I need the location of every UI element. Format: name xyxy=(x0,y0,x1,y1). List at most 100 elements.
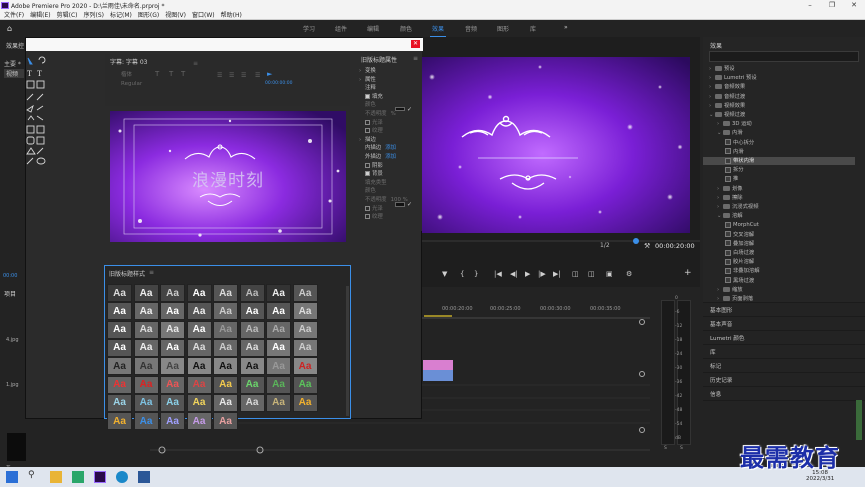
effect-item[interactable]: 非叠加溶解 xyxy=(703,267,855,275)
thumbnail-flower[interactable] xyxy=(7,433,26,461)
effect-item[interactable]: 推 xyxy=(703,175,855,183)
go-to-out-icon[interactable]: ▶| xyxy=(553,270,561,278)
edge-icon[interactable] xyxy=(116,471,128,483)
meter-solo-right[interactable]: S xyxy=(680,446,683,451)
property-row[interactable]: 纹理 xyxy=(355,127,383,135)
title-style-swatch[interactable]: Aa xyxy=(160,412,185,431)
marker-icon[interactable]: ▼ xyxy=(442,270,447,278)
title-style-swatch[interactable]: Aa xyxy=(160,357,185,376)
title-style-swatch[interactable]: Aa xyxy=(213,338,238,357)
title-style-swatch[interactable]: Aa xyxy=(133,320,159,339)
title-style-swatch[interactable]: Aa xyxy=(213,302,238,321)
project-tab[interactable]: 项目 xyxy=(4,289,16,298)
title-style-swatch[interactable]: Aa xyxy=(239,320,265,339)
effect-item[interactable]: 带状内滑 xyxy=(703,157,855,165)
title-style-swatch[interactable]: Aa xyxy=(292,357,318,376)
title-style-swatch[interactable]: Aa xyxy=(186,302,212,321)
title-style-swatch[interactable]: Aa xyxy=(107,302,132,321)
title-style-swatch[interactable]: Aa xyxy=(133,302,159,321)
property-row[interactable]: 不透明度% xyxy=(355,110,396,118)
bold-icon[interactable]: T xyxy=(169,70,173,78)
font-style-select[interactable]: Regular xyxy=(121,81,142,87)
title-style-swatch[interactable]: Aa xyxy=(292,375,318,394)
property-row[interactable]: 背景 xyxy=(355,170,383,178)
effect-folder[interactable]: › 缩放 xyxy=(703,286,855,294)
caption-tab[interactable]: 字幕: 字幕 03 xyxy=(110,57,147,66)
minimize-icon[interactable]: – xyxy=(799,1,821,9)
title-style-swatch[interactable]: Aa xyxy=(160,284,185,302)
align-center-icon[interactable]: ☰ xyxy=(229,72,234,79)
property-row[interactable]: › 描边 xyxy=(355,136,376,144)
property-row[interactable]: 光泽 xyxy=(355,119,383,127)
effect-folder[interactable]: › Lumetri 预设 xyxy=(703,74,855,82)
panel-essential-graphics[interactable]: 基本图形 xyxy=(710,306,732,314)
menu-clip[interactable]: 剪辑(C) xyxy=(57,10,78,19)
title-style-swatch[interactable]: Aa xyxy=(239,357,265,376)
workspace-tab-graphics[interactable]: 图形 xyxy=(497,24,509,33)
effect-item[interactable]: MorphCut xyxy=(703,221,855,229)
meter-solo-left[interactable]: S xyxy=(664,446,667,451)
step-forward-icon[interactable]: |▶ xyxy=(538,270,546,278)
eyedropper-icon[interactable]: ✓ xyxy=(407,106,412,113)
title-style-swatch[interactable]: Aa xyxy=(266,357,291,376)
effect-folder[interactable]: › 音频过渡 xyxy=(703,93,855,101)
panel-markers[interactable]: 标记 xyxy=(710,362,721,370)
resolution-select[interactable]: 1/2 xyxy=(600,242,610,249)
wechat-icon[interactable] xyxy=(72,471,84,483)
restore-icon[interactable]: ❐ xyxy=(821,1,843,9)
camera-icon[interactable]: ▣ xyxy=(606,270,613,278)
title-style-swatch[interactable]: Aa xyxy=(213,357,238,376)
checkbox[interactable] xyxy=(365,162,370,168)
workspace-tab-assembly[interactable]: 组件 xyxy=(335,24,347,33)
title-canvas[interactable]: 浪漫时刻 xyxy=(110,111,346,242)
title-style-swatch[interactable]: Aa xyxy=(213,320,238,339)
title-style-swatch[interactable]: Aa xyxy=(266,393,291,412)
title-style-swatch[interactable]: Aa xyxy=(266,320,291,339)
title-style-swatch[interactable]: Aa xyxy=(107,357,132,376)
property-row[interactable]: › 属性 xyxy=(355,76,376,84)
panel-essential-sound[interactable]: 基本声音 xyxy=(710,320,732,328)
playhead-marker[interactable] xyxy=(633,238,639,244)
property-row[interactable]: 纹理 xyxy=(355,213,383,221)
title-style-swatch[interactable]: Aa xyxy=(160,338,185,357)
title-style-swatch[interactable]: Aa xyxy=(133,375,159,394)
close-icon[interactable]: ✕ xyxy=(843,1,865,9)
title-style-swatch[interactable]: Aa xyxy=(133,284,159,302)
tool-icons[interactable]: T T xyxy=(25,54,55,174)
in-point-icon[interactable]: { xyxy=(460,270,464,278)
menu-window[interactable]: 窗口(W) xyxy=(192,10,215,19)
tab-stops-icon[interactable]: ☰ xyxy=(255,72,260,79)
property-row[interactable]: 内描边 添加 xyxy=(355,144,396,152)
effect-item[interactable]: 拆分 xyxy=(703,166,855,174)
title-style-swatch[interactable]: Aa xyxy=(239,375,265,394)
workspace-tab-learn[interactable]: 学习 xyxy=(303,24,315,33)
effect-folder[interactable]: ⌄ 内滑 xyxy=(703,129,855,137)
title-style-swatch[interactable]: Aa xyxy=(213,412,238,431)
effect-folder[interactable]: ⌄ 溶解 xyxy=(703,212,855,220)
title-style-swatch[interactable]: Aa xyxy=(292,284,318,302)
menu-sequence[interactable]: 序列(S) xyxy=(84,10,105,19)
title-style-swatch[interactable]: Aa xyxy=(160,393,185,412)
effect-item[interactable]: 白场过渡 xyxy=(703,249,855,257)
menu-file[interactable]: 文件(F) xyxy=(4,10,24,19)
property-row[interactable]: 填充类型 xyxy=(355,179,387,187)
effect-item[interactable]: 叠加溶解 xyxy=(703,240,855,248)
background-color-swatch[interactable] xyxy=(395,202,405,207)
fill-color-swatch[interactable] xyxy=(395,107,405,111)
wrench-icon[interactable]: ⚒ xyxy=(644,242,650,250)
add-button-icon[interactable]: + xyxy=(684,268,692,278)
panel-libraries[interactable]: 库 xyxy=(710,348,716,356)
checkbox[interactable] xyxy=(365,93,370,99)
menu-view[interactable]: 视图(V) xyxy=(165,10,186,19)
effects-search-input[interactable] xyxy=(709,51,859,62)
title-style-swatch[interactable]: Aa xyxy=(239,393,265,412)
styles-scrollbar[interactable] xyxy=(346,286,349,416)
title-style-swatch[interactable]: Aa xyxy=(107,412,132,431)
effect-folder[interactable]: › 擦除 xyxy=(703,194,855,202)
title-style-swatch[interactable]: Aa xyxy=(186,375,212,394)
styles-menu-icon[interactable]: ≡ xyxy=(149,269,154,276)
property-row[interactable]: 注释 xyxy=(355,84,376,92)
title-style-swatch[interactable]: Aa xyxy=(160,375,185,394)
properties-menu-icon[interactable]: ≡ xyxy=(413,55,418,62)
title-style-swatch[interactable]: Aa xyxy=(266,284,291,302)
